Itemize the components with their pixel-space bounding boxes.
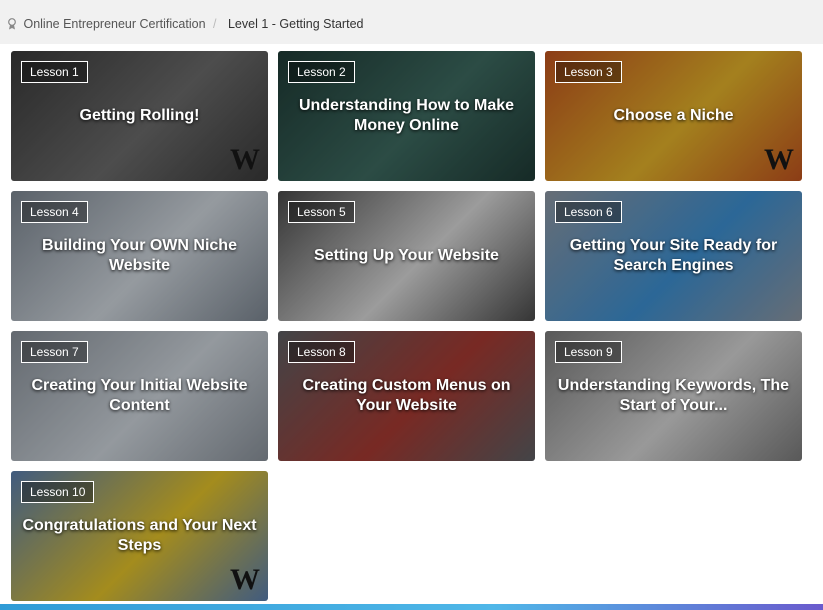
lesson-title: Creating Custom Menus on Your Website — [302, 377, 511, 414]
breadcrumb-current: Level 1 - Getting Started — [227, 17, 364, 31]
lesson-tile-5[interactable]: Lesson 5 Setting Up Your Website — [278, 191, 535, 321]
breadcrumb: Online Entrepreneur Certification / Leve… — [0, 0, 823, 44]
lesson-title: Creating Your Initial Website Content — [31, 377, 248, 414]
lesson-title: Choose a Niche — [613, 107, 734, 124]
lesson-title: Congratulations and Your Next Steps — [22, 517, 257, 554]
lesson-number-badge: Lesson 7 — [21, 341, 88, 363]
lesson-tile-9[interactable]: Lesson 9 Understanding Keywords, The Star… — [545, 331, 802, 461]
wealthy-affiliate-logo: W — [764, 143, 794, 176]
lesson-title: Getting Your Site Ready for Search Engin… — [569, 237, 778, 274]
lesson-tile-7[interactable]: Lesson 7 Creating Your Initial Website Co… — [11, 331, 268, 461]
lesson-number-badge: Lesson 5 — [288, 201, 355, 223]
wealthy-affiliate-logo: W — [230, 563, 260, 596]
lesson-title: Understanding Keywords, The Start of You… — [557, 377, 790, 414]
lesson-tile-1[interactable]: W Lesson 1 Getting Rolling! — [11, 51, 268, 181]
wealthy-affiliate-logo: W — [230, 143, 260, 176]
lesson-title: Setting Up Your Website — [314, 247, 499, 264]
lesson-number-badge: Lesson 8 — [288, 341, 355, 363]
lesson-title: Understanding How to Make Money Online — [298, 97, 515, 134]
lesson-tile-10[interactable]: W Lesson 10 Congratulations and Your Next … — [11, 471, 268, 601]
lesson-tile-3[interactable]: W Lesson 3 Choose a Niche — [545, 51, 802, 181]
lesson-number-badge: Lesson 9 — [555, 341, 622, 363]
lesson-number-badge: Lesson 1 — [21, 61, 88, 83]
lesson-title: Getting Rolling! — [79, 107, 200, 124]
lesson-tile-6[interactable]: Lesson 6 Getting Your Site Ready for Sear… — [545, 191, 802, 321]
lesson-number-badge: Lesson 4 — [21, 201, 88, 223]
lesson-tile-8[interactable]: Lesson 8 Creating Custom Menus on Your We… — [278, 331, 535, 461]
breadcrumb-separator: / — [213, 17, 217, 31]
footer-strip — [0, 604, 823, 610]
breadcrumb-root-link[interactable]: Online Entrepreneur Certification — [23, 17, 205, 31]
lesson-number-badge: Lesson 2 — [288, 61, 355, 83]
lesson-number-badge: Lesson 6 — [555, 201, 622, 223]
lesson-tile-4[interactable]: Lesson 4 Building Your OWN Niche Website — [11, 191, 268, 321]
lesson-tile-2[interactable]: Lesson 2 Understanding How to Make Money … — [278, 51, 535, 181]
award-icon — [8, 18, 16, 30]
lesson-number-badge: Lesson 10 — [21, 481, 95, 503]
lesson-title: Building Your OWN Niche Website — [42, 237, 237, 274]
lesson-number-badge: Lesson 3 — [555, 61, 622, 83]
